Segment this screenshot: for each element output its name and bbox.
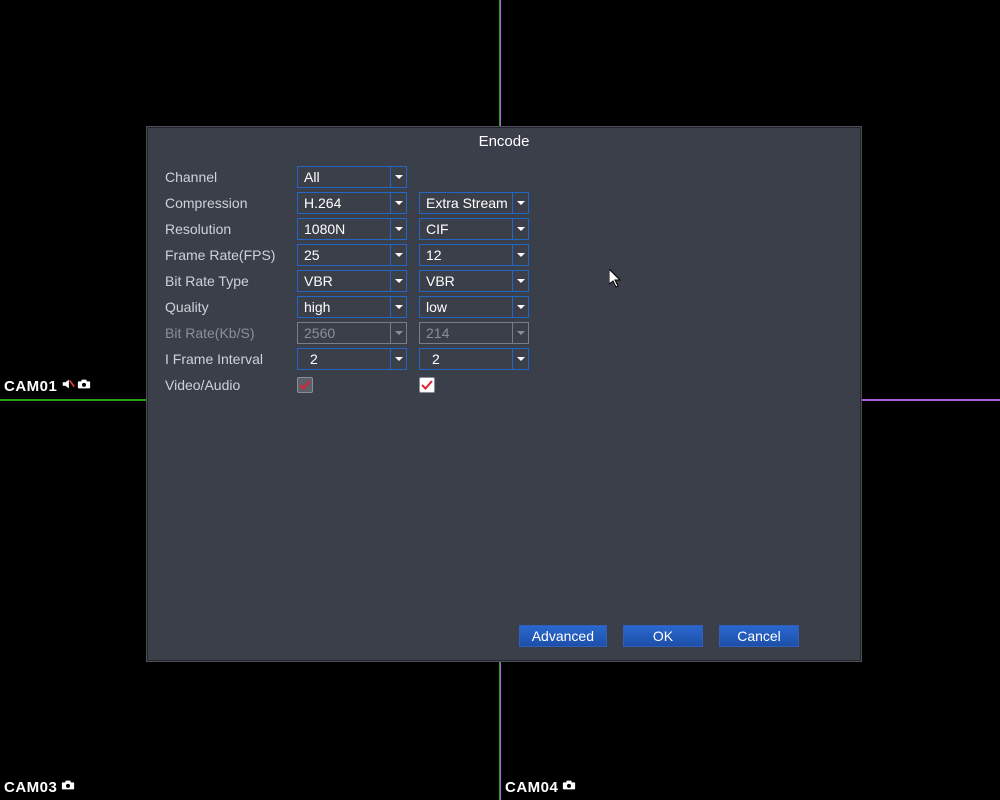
encode-dialog: Encode Channel All Compression H.264	[146, 126, 862, 662]
label-framerate: Frame Rate(FPS)	[165, 247, 293, 263]
cam-name-1: CAM01	[4, 378, 57, 395]
resolution-sub-select[interactable]: CIF	[419, 218, 529, 240]
quality-sub-select[interactable]: low	[419, 296, 529, 318]
camera-icon	[61, 778, 75, 796]
compression-sub-select[interactable]: Extra Stream	[419, 192, 529, 214]
label-quality: Quality	[165, 299, 293, 315]
chevron-down-icon	[390, 271, 406, 291]
fps-sub-select[interactable]: 12	[419, 244, 529, 266]
cam-label-4: CAM04	[505, 778, 576, 796]
chevron-down-icon	[512, 323, 528, 343]
cam-status-icons	[61, 778, 75, 796]
advanced-button[interactable]: Advanced	[519, 625, 607, 647]
chevron-down-icon	[512, 271, 528, 291]
chevron-down-icon	[512, 297, 528, 317]
iframe-sub-select[interactable]: 2	[419, 348, 529, 370]
label-bitratetype: Bit Rate Type	[165, 273, 293, 289]
chevron-down-icon	[512, 245, 528, 265]
chevron-down-icon	[512, 219, 528, 239]
label-bitrate: Bit Rate(Kb/S)	[165, 325, 293, 341]
dialog-title: Encode	[147, 127, 861, 160]
cam-name-3: CAM03	[4, 779, 57, 796]
label-channel: Channel	[165, 169, 293, 185]
label-compression: Compression	[165, 195, 293, 211]
cancel-button[interactable]: Cancel	[719, 625, 799, 647]
encode-form: Channel All Compression H.264 Extra Stre…	[147, 160, 861, 613]
resolution-main-select[interactable]: 1080N	[297, 218, 407, 240]
cam-status-icons	[61, 377, 91, 395]
audio-muted-icon	[61, 377, 75, 395]
chevron-down-icon	[390, 297, 406, 317]
video-audio-sub-checkbox[interactable]	[419, 377, 435, 393]
label-videoaudio: Video/Audio	[165, 377, 293, 393]
chevron-down-icon	[390, 349, 406, 369]
camera-icon	[562, 778, 576, 796]
ok-button[interactable]: OK	[623, 625, 703, 647]
cam-status-icons	[562, 778, 576, 796]
chevron-down-icon	[512, 349, 528, 369]
chevron-down-icon	[390, 193, 406, 213]
camera-icon	[77, 377, 91, 395]
cam-label-3: CAM03	[4, 778, 75, 796]
cam-label-1: CAM01	[4, 377, 91, 395]
chevron-down-icon	[390, 167, 406, 187]
video-audio-main-checkbox[interactable]	[297, 377, 313, 393]
chevron-down-icon	[512, 193, 528, 213]
label-iframe: I Frame Interval	[165, 351, 293, 367]
iframe-main-select[interactable]: 2	[297, 348, 407, 370]
quality-main-select[interactable]: high	[297, 296, 407, 318]
compression-main-select[interactable]: H.264	[297, 192, 407, 214]
cam-name-4: CAM04	[505, 779, 558, 796]
label-resolution: Resolution	[165, 221, 293, 237]
chevron-down-icon	[390, 323, 406, 343]
fps-main-select[interactable]: 25	[297, 244, 407, 266]
chevron-down-icon	[390, 219, 406, 239]
dialog-footer: Advanced OK Cancel	[147, 613, 861, 661]
bitrate-sub-select: 214	[419, 322, 529, 344]
bitratetype-sub-select[interactable]: VBR	[419, 270, 529, 292]
chevron-down-icon	[390, 245, 406, 265]
bitrate-main-select: 2560	[297, 322, 407, 344]
bitratetype-main-select[interactable]: VBR	[297, 270, 407, 292]
channel-select[interactable]: All	[297, 166, 407, 188]
